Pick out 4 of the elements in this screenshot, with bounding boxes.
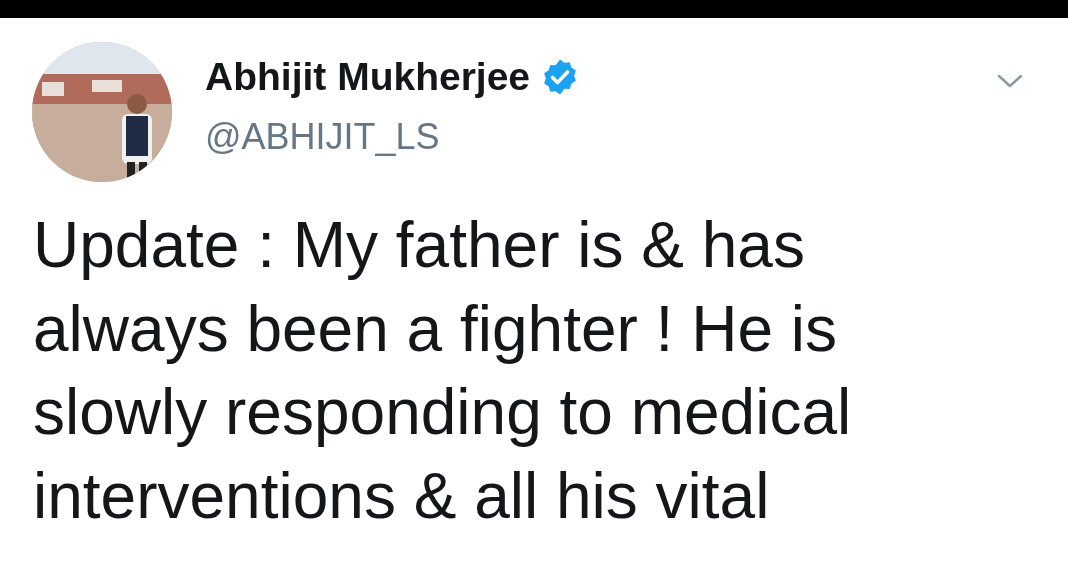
author-handle[interactable]: @ABHIJIT_LS [205, 116, 996, 157]
author-name[interactable]: Abhijit Mukherjee [205, 56, 531, 99]
menu-caret-button[interactable] [996, 72, 1024, 90]
tweet-text: Update : My father is & has always been a fighter ! He is slowly responding to medical interventions & all his vital [33, 208, 853, 534]
